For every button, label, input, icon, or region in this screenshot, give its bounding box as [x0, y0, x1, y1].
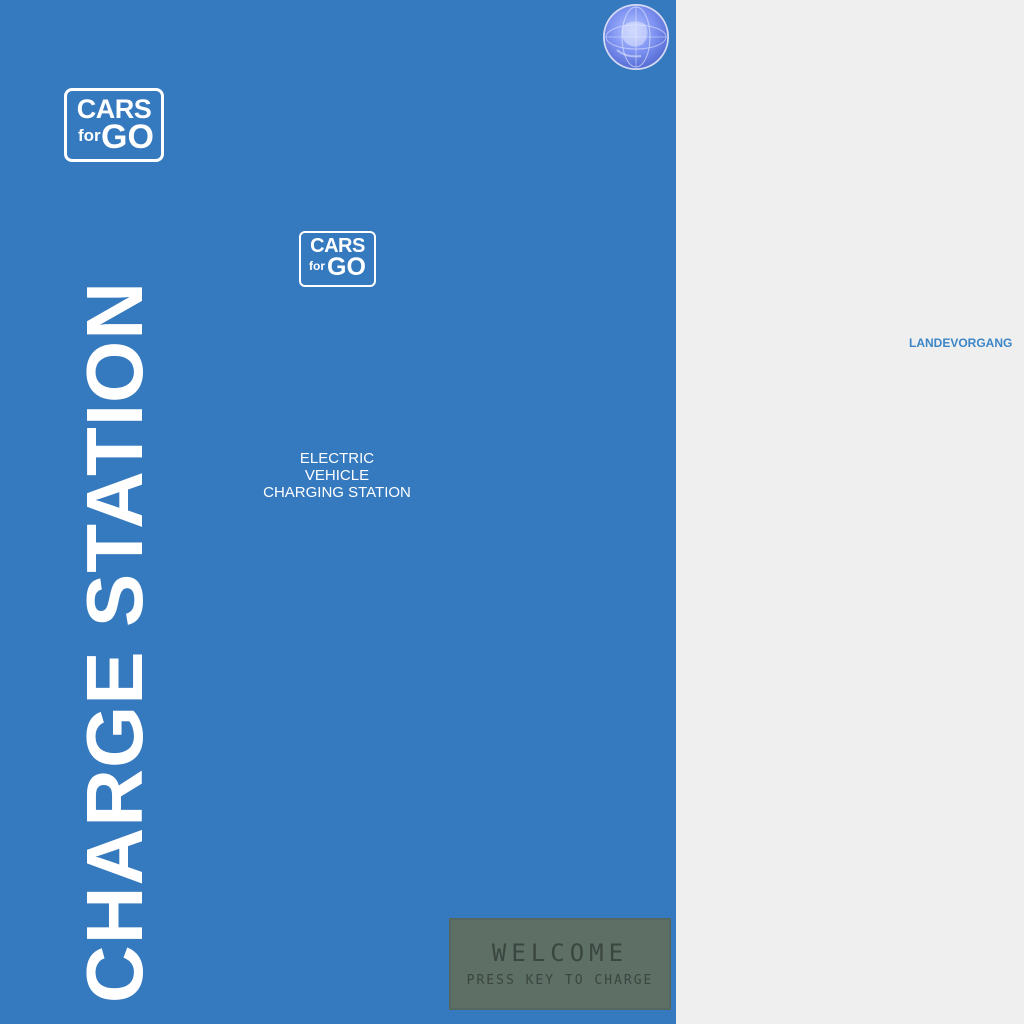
logo-text-for: for [78, 126, 101, 145]
charge-station-title: CHARGE STATION [70, 280, 159, 1004]
logo-text-go: GO [327, 253, 366, 281]
globe-icon[interactable] [603, 4, 669, 70]
subtitle-line-2: VEHICLE [304, 467, 370, 484]
logo-text-go: GO [101, 118, 154, 156]
cars-for-go-logo: CARS for GO [64, 88, 164, 162]
side-area [676, 0, 1024, 1024]
logo-text-for: for [309, 259, 325, 273]
charging-station-subtitle: ELECTRIC VEHICLE CHARGING STATION [237, 450, 437, 501]
charge-station-panel: CARS for GO CARS for GO CHARGE STATION E… [0, 0, 676, 1024]
cars-for-go-logo-small: CARS for GO [299, 231, 376, 287]
lcd-welcome-text: WELCOME [491, 939, 629, 967]
subtitle-line-3: CHARGING STATION [263, 484, 411, 501]
charging-status-label: LANDEVORGANG [909, 336, 1013, 350]
subtitle-line-1: ELECTRIC [299, 450, 375, 467]
lcd-display[interactable]: WELCOME PRESS KEY TO CHARGE [449, 918, 671, 1010]
lcd-instruction-text: PRESS KEY TO CHARGE [466, 973, 654, 988]
